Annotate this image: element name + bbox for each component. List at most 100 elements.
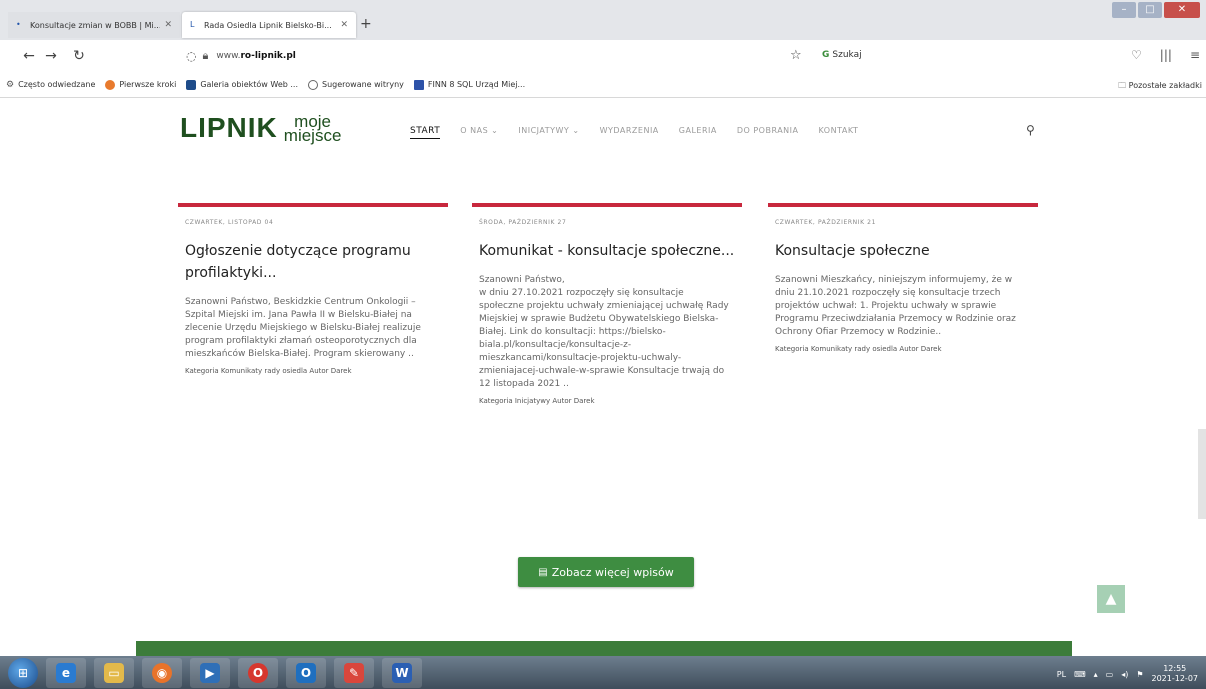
reload-icon[interactable]: ↻	[68, 48, 90, 64]
gallery-icon	[186, 79, 197, 90]
search-engine-icon: G	[822, 50, 830, 60]
taskbar-app-paint[interactable]: ✎	[334, 657, 374, 688]
post-meta[interactable]: Kategoria Komunikaty rady osiedla Autor …	[185, 367, 448, 375]
clock-time: 12:55	[1163, 664, 1187, 673]
tab-konsultacje[interactable]: • Konsultacje zmian w BOBB | Mi... ✕	[8, 12, 180, 38]
post-card: CZWARTEK, PAŹDZIERNIK 21 Konsultacje spo…	[768, 203, 1038, 353]
menu-item-inicjatywy[interactable]: INICJATYWY ⌄	[518, 126, 579, 139]
firefox-icon	[105, 79, 116, 90]
logo-tagline: moje miejsce	[283, 113, 342, 145]
tab-label: Konsultacje zmian w BOBB | Mi...	[30, 20, 161, 30]
scrollbar[interactable]	[1198, 429, 1206, 519]
menu-item-start[interactable]: START	[410, 126, 441, 139]
browser-tab-bar: • Konsultacje zmian w BOBB | Mi... ✕ L R…	[0, 0, 1206, 40]
internet-explorer-icon: e	[56, 662, 76, 683]
new-tab-button[interactable]: +	[360, 16, 372, 32]
post-meta[interactable]: Kategoria Inicjatywy Autor Darek	[479, 397, 742, 405]
post-title[interactable]: Komunikat - konsultacje społeczne...	[479, 240, 742, 262]
library-icon[interactable]: |||	[1160, 48, 1172, 62]
globe-icon	[308, 79, 318, 90]
web-page: LIPNIK moje miejsce START O NAS ⌄ INICJA…	[0, 99, 1206, 656]
taskbar-app-word[interactable]: W	[382, 657, 422, 688]
url-prefix: www.	[216, 51, 241, 61]
chevron-up-icon: ▲	[1105, 591, 1117, 607]
menu-item-galeria[interactable]: GALERIA	[679, 126, 717, 139]
post-excerpt: Szanowni Państwo, w dniu 27.10.2021 rozp…	[479, 275, 729, 389]
keyboard-icon[interactable]: ⌨	[1074, 670, 1086, 679]
forward-arrow-icon[interactable]: →	[40, 48, 62, 64]
media-player-icon: ▶	[200, 662, 220, 683]
post-accent-bar	[178, 203, 448, 207]
hamburger-menu-icon[interactable]: ≡	[1190, 48, 1200, 62]
bookmark-label: Często odwiedzane	[18, 80, 96, 89]
footer-band	[136, 641, 1072, 656]
url-domain: ro-lipnik.pl	[240, 51, 296, 61]
search-label: Szukaj	[832, 50, 862, 60]
other-bookmarks-label: Pozostałe zakładki	[1128, 81, 1202, 90]
menu-item-do-pobrania[interactable]: DO POBRANIA	[737, 126, 799, 139]
taskbar-app-firefox[interactable]: ◉	[142, 657, 182, 688]
taskbar-app-ie[interactable]: e	[46, 657, 86, 688]
menu-item-o-nas[interactable]: O NAS ⌄	[460, 126, 498, 139]
other-bookmarks[interactable]: 🗀︎ Pozostałe zakładki	[1118, 80, 1202, 94]
bookmark-item[interactable]: Sugerowane witryny	[308, 79, 404, 90]
tab-rada-osiedla[interactable]: L Rada Osiedla Lipnik Bielsko-Bi... ✕	[182, 12, 356, 38]
main-menu: START O NAS ⌄ INICJATYWY ⌄ WYDARZENIA GA…	[410, 126, 858, 139]
clock[interactable]: 12:55 2021-12-07	[1152, 664, 1199, 684]
bookmark-item[interactable]: ⚙ Często odwiedzane	[6, 80, 95, 90]
post-date: CZWARTEK, PAŹDZIERNIK 21	[775, 219, 876, 226]
post-excerpt: Szanowni Mieszkańcy, niniejszym informuj…	[775, 275, 1016, 337]
gear-icon: ⚙	[6, 79, 15, 90]
bookmark-item[interactable]: Pierwsze kroki	[105, 79, 176, 90]
shield-icon[interactable]: ◌	[186, 49, 196, 63]
lock-icon[interactable]: 🔒︎	[202, 49, 208, 63]
post-title[interactable]: Ogłoszenie dotyczące programu profilakty…	[185, 240, 448, 284]
language-indicator[interactable]: PL	[1057, 670, 1066, 679]
browser-search-box[interactable]: G Szukaj	[822, 50, 862, 60]
minimize-button[interactable]: –	[1112, 2, 1136, 18]
bookmark-label: Galeria obiektów Web ...	[200, 80, 298, 89]
tray-expand-icon[interactable]: ▴	[1094, 670, 1098, 679]
volume-icon[interactable]: ◂)	[1121, 670, 1128, 679]
close-tab-icon[interactable]: ✕	[340, 20, 348, 30]
bookmark-star-icon[interactable]: ☆	[790, 48, 802, 63]
word-icon: W	[392, 662, 412, 683]
finn-icon	[413, 79, 424, 90]
post-accent-bar	[472, 203, 742, 207]
pocket-icon[interactable]: ♡	[1131, 48, 1142, 62]
start-button[interactable]: ⊞	[8, 657, 38, 688]
browser-toolbar-right: ♡ ||| ≡	[1131, 48, 1200, 62]
network-icon[interactable]: ▭	[1106, 670, 1114, 679]
firefox-icon: ◉	[152, 662, 172, 683]
search-icon[interactable]: ⚲	[1026, 123, 1035, 137]
outlook-icon: O	[296, 662, 316, 683]
close-window-button[interactable]: ✕	[1164, 2, 1200, 18]
browser-navigation-bar: ← → ↻ ◌ 🔒︎ www.ro-lipnik.pl	[0, 40, 1206, 72]
post-excerpt: Szanowni Państwo, Beskidzkie Centrum Onk…	[185, 297, 421, 359]
bookmark-item[interactable]: FINN 8 SQL Urząd Miej...	[413, 79, 525, 90]
tab-label: Rada Osiedla Lipnik Bielsko-Bi...	[204, 20, 332, 30]
taskbar-app-opera[interactable]: O	[238, 657, 278, 688]
post-title[interactable]: Konsultacje społeczne	[775, 240, 1038, 262]
taskbar-app-media[interactable]: ▶	[190, 657, 230, 688]
taskbar-app-explorer[interactable]: ▭	[94, 657, 134, 688]
close-tab-icon[interactable]: ✕	[164, 20, 172, 30]
maximize-button[interactable]: □	[1138, 2, 1162, 18]
flag-icon[interactable]: ⚑	[1136, 670, 1143, 679]
logo-tagline-line2: miejsce	[283, 126, 342, 145]
post-date: ŚRODA, PAŹDZIERNIK 27	[479, 219, 567, 226]
menu-item-kontakt[interactable]: KONTAKT	[819, 126, 859, 139]
paint-icon: ✎	[344, 662, 364, 683]
bookmark-item[interactable]: Galeria obiektów Web ...	[186, 79, 298, 90]
taskbar-app-outlook[interactable]: O	[286, 657, 326, 688]
address-bar[interactable]: www.ro-lipnik.pl	[216, 51, 296, 61]
bookmark-label: Sugerowane witryny	[322, 80, 404, 89]
menu-item-wydarzenia[interactable]: WYDARZENIA	[600, 126, 659, 139]
scroll-to-top-button[interactable]: ▲	[1097, 585, 1125, 613]
page-favicon-icon: •	[16, 20, 21, 29]
back-arrow-icon[interactable]: ←	[18, 48, 40, 64]
more-posts-button[interactable]: ▤ Zobacz więcej wpisów	[518, 557, 694, 587]
page-favicon-icon: L	[190, 20, 195, 29]
site-logo[interactable]: LIPNIK moje miejsce	[180, 113, 342, 145]
post-meta[interactable]: Kategoria Komunikaty rady osiedla Autor …	[775, 345, 1038, 353]
